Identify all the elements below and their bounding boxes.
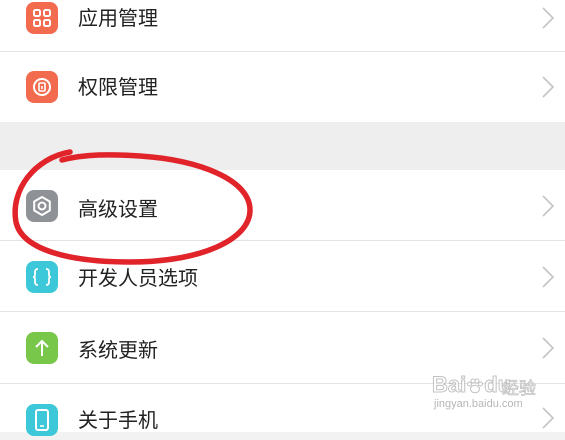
chevron-right-icon [542,7,555,29]
paw-icon [467,378,484,394]
settings-screen: 应用管理 权限管理 高级设置 开发人员选项 系统更新 关于手机 Bai du 经… [0,0,565,436]
settings-item-app-manager[interactable]: 应用管理 [0,0,565,52]
permission-manager-icon [26,71,58,103]
chevron-right-icon [542,337,555,359]
settings-item-label: 权限管理 [78,75,158,99]
settings-item-developer-options[interactable]: 开发人员选项 [0,241,565,312]
app-manager-icon [26,2,58,34]
chevron-right-icon [542,195,555,217]
chevron-right-icon [542,76,555,98]
braces-icon [26,261,58,293]
gear-icon [26,190,58,222]
settings-item-label: 系统更新 [78,338,158,362]
settings-item-permission-manager[interactable]: 权限管理 [0,52,565,122]
phone-icon [26,404,58,436]
settings-item-label: 开发人员选项 [78,266,198,290]
chevron-right-icon [542,266,555,288]
watermark-url: jingyan.baidu.com [434,398,523,410]
settings-item-label: 高级设置 [78,197,158,221]
settings-item-label: 关于手机 [78,408,158,432]
settings-item-label: 应用管理 [78,6,158,30]
baidu-watermark: Bai du 经验 jingyan.baidu.com [431,368,552,414]
watermark-product: 经验 [502,379,537,400]
settings-item-advanced-settings[interactable]: 高级设置 [0,170,565,241]
watermark-brand: Bai du [431,372,512,398]
arrow-up-icon [26,332,58,364]
section-gap [0,122,565,170]
